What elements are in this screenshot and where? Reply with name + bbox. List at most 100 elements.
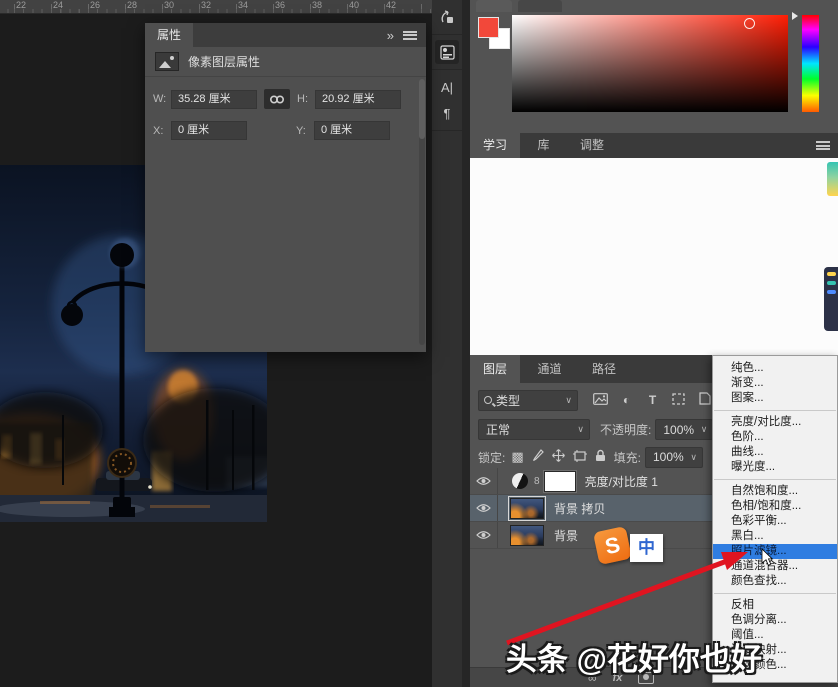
panel-dock-strip: A| ¶: [432, 0, 462, 687]
filter-pixel-layers-icon[interactable]: [592, 393, 609, 408]
width-input[interactable]: 35.28 厘米: [171, 90, 257, 109]
color-panel: [470, 0, 838, 130]
chevron-down-icon: ∨: [572, 424, 589, 435]
opacity-input[interactable]: 100% ∨: [655, 419, 713, 440]
fill-value: 100%: [653, 450, 684, 464]
y-input[interactable]: 0 厘米: [314, 121, 390, 140]
lock-artboard-icon[interactable]: [573, 450, 587, 465]
saturation-brightness-field[interactable]: [512, 15, 788, 112]
paragraph-panel-icon[interactable]: ¶: [435, 101, 459, 125]
menu-item[interactable]: 色彩平衡...: [713, 514, 837, 529]
filter-shape-layers-icon[interactable]: [670, 393, 687, 408]
search-icon: [484, 396, 492, 404]
tab-paths[interactable]: 路径: [579, 355, 629, 383]
ruler-mark: 26: [90, 0, 127, 11]
lock-all-icon[interactable]: [595, 449, 606, 465]
tab-adjust[interactable]: 调整: [567, 133, 617, 158]
properties-panel: 属性 » 像素图层属性 W: 35.28 厘米 H: 20.92 厘米 X:: [145, 23, 426, 352]
menu-item[interactable]: 阈值...: [713, 628, 837, 643]
panel-menu-icon[interactable]: [403, 31, 417, 40]
lock-position-icon[interactable]: [552, 449, 565, 465]
layer-thumbnail[interactable]: [510, 498, 544, 519]
lock-pixels-icon[interactable]: [532, 449, 544, 465]
horizontal-ruler: 2224262830323436384042: [0, 0, 432, 14]
menu-item[interactable]: 图案...: [713, 391, 837, 406]
layer-name[interactable]: 亮度/对比度 1: [585, 473, 658, 490]
menu-item[interactable]: [714, 593, 836, 594]
tab-channels[interactable]: 通道: [524, 355, 574, 383]
menu-item[interactable]: 亮度/对比度...: [713, 415, 837, 430]
visibility-eye-icon[interactable]: [470, 468, 498, 494]
layer-filter-combo[interactable]: 类型 ∨: [478, 390, 578, 411]
properties-tab[interactable]: 属性: [145, 23, 193, 47]
x-input[interactable]: 0 厘米: [171, 121, 247, 140]
ruler-mark: 28: [127, 0, 164, 11]
menu-item[interactable]: 色相/饱和度...: [713, 499, 837, 514]
link-dimensions-icon[interactable]: [264, 89, 290, 109]
sogou-logo-icon: S: [593, 526, 632, 565]
opacity-label: 不透明度:: [600, 421, 651, 438]
fill-input[interactable]: 100% ∨: [645, 447, 703, 468]
chevron-down-icon: ∨: [685, 452, 702, 463]
chevron-down-icon: ∨: [560, 395, 577, 406]
menu-item[interactable]: 颜色查找...: [713, 574, 837, 589]
tab-library[interactable]: 库: [524, 133, 562, 158]
layer-name[interactable]: 背景: [554, 527, 578, 544]
menu-item[interactable]: 反相: [713, 598, 837, 613]
menu-item[interactable]: 纯色...: [713, 361, 837, 376]
menu-item[interactable]: 渐变...: [713, 376, 837, 391]
tab-learn[interactable]: 学习: [470, 133, 520, 158]
ruler-mark: 42: [386, 0, 423, 11]
color-tab-stub[interactable]: [476, 0, 512, 12]
history-panel-icon[interactable]: [435, 5, 459, 29]
adjustment-layer-thumbnail[interactable]: [512, 473, 528, 489]
swatches-tab-stub[interactable]: [518, 0, 562, 12]
menu-item[interactable]: 渐变映射...: [713, 643, 837, 658]
character-panel-icon[interactable]: A|: [435, 75, 459, 99]
add-layer-mask-icon[interactable]: [638, 672, 654, 684]
hue-slider[interactable]: [802, 15, 819, 112]
color-picker-marker[interactable]: [744, 18, 755, 29]
filter-type-layers-icon[interactable]: T: [644, 393, 661, 407]
visibility-eye-icon[interactable]: [470, 522, 498, 548]
menu-item[interactable]: 色阶...: [713, 430, 837, 445]
menu-item[interactable]: 色调分离...: [713, 613, 837, 628]
ime-chinese-mode-badge: 中: [630, 534, 663, 562]
layer-name[interactable]: 背景 拷贝: [554, 500, 605, 517]
properties-subtitle: 像素图层属性: [188, 53, 260, 70]
lock-label: 锁定:: [478, 449, 505, 466]
ruler-mark: 40: [349, 0, 386, 11]
learn-card-fragment[interactable]: [827, 162, 838, 196]
width-label: W:: [153, 93, 171, 105]
foreground-color-swatch[interactable]: [478, 17, 499, 38]
menu-item[interactable]: 通道混合器...: [713, 559, 837, 574]
menu-item[interactable]: 曝光度...: [713, 460, 837, 475]
opacity-value: 100%: [663, 423, 694, 437]
menu-item[interactable]: [714, 479, 836, 480]
visibility-eye-icon[interactable]: [470, 495, 498, 521]
filter-adjustment-layers-icon[interactable]: ◐: [618, 393, 635, 407]
learn-card-fragment[interactable]: [824, 267, 838, 331]
menu-item[interactable]: 自然饱和度...: [713, 484, 837, 499]
adjustment-layer-menu: 纯色... 渐变... 图案... 亮度/对比度... 色阶... 曲线... …: [712, 355, 838, 683]
properties-panel-icon[interactable]: [435, 40, 459, 64]
menu-item[interactable]: 可选颜色...: [713, 658, 837, 673]
filter-smart-objects-icon[interactable]: [696, 392, 713, 408]
menu-item[interactable]: 黑白...: [713, 529, 837, 544]
layer-mask-thumbnail[interactable]: [544, 471, 576, 492]
ruler-mark: 22: [16, 0, 53, 11]
menu-item[interactable]: [714, 410, 836, 411]
panel-menu-icon[interactable]: [816, 141, 830, 150]
tab-layers[interactable]: 图层: [470, 355, 520, 383]
lock-transparency-icon[interactable]: ▩: [511, 449, 523, 465]
height-input[interactable]: 20.92 厘米: [315, 90, 401, 109]
blend-mode-select[interactable]: 正常 ∨: [478, 419, 590, 440]
collapse-panel-icon[interactable]: »: [387, 28, 393, 43]
properties-scrollbar[interactable]: [419, 79, 425, 345]
layer-style-fx-icon[interactable]: fx: [613, 669, 623, 687]
menu-item[interactable]: 曲线...: [713, 445, 837, 460]
menu-item[interactable]: 照片滤镜...: [713, 544, 837, 559]
blend-mode-value: 正常: [486, 421, 510, 438]
link-layers-icon[interactable]: ∞: [588, 669, 597, 687]
layer-thumbnail[interactable]: [510, 525, 544, 546]
